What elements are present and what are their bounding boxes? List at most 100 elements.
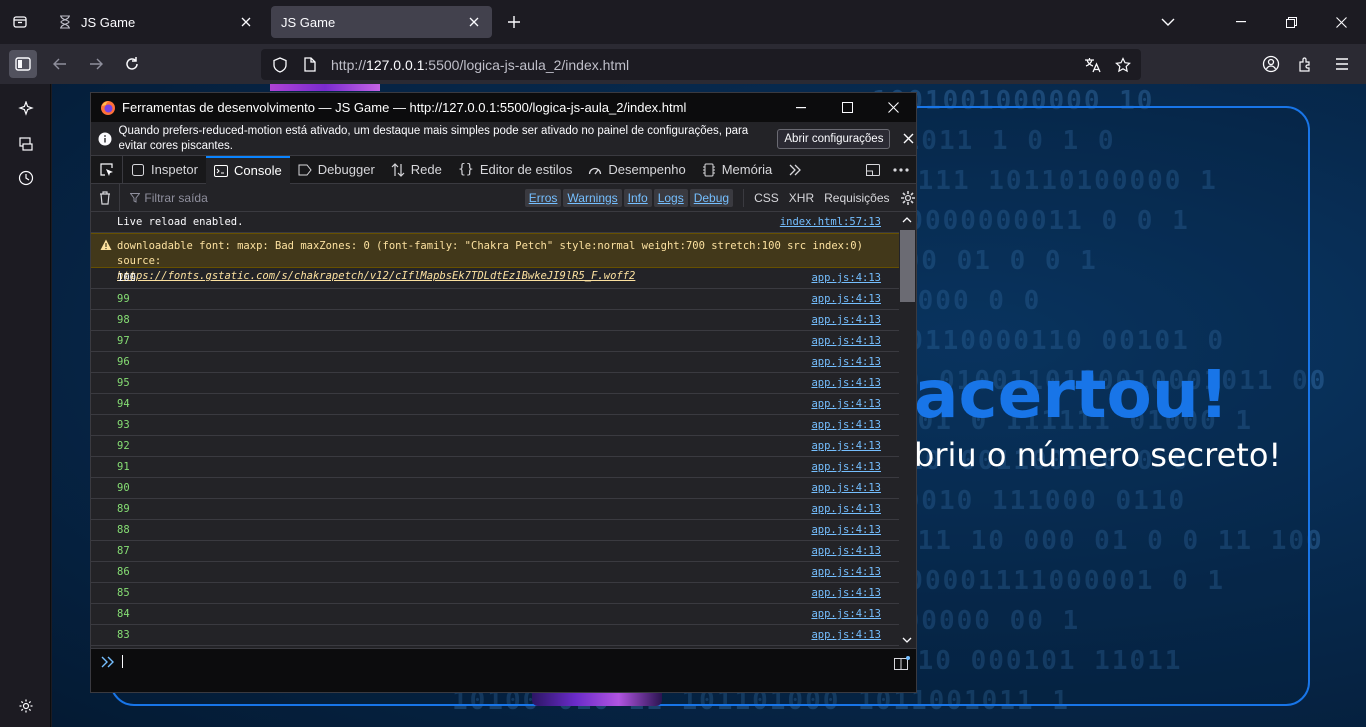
- editor-mode-icon[interactable]: [894, 655, 910, 671]
- ai-sparkle-icon[interactable]: [13, 96, 39, 122]
- tab-console[interactable]: Console: [205, 155, 290, 184]
- console-output: Live reload enabled. index.html:57:13 do…: [91, 212, 899, 648]
- tab-memory[interactable]: Memória: [694, 156, 781, 184]
- filter-requests[interactable]: Requisições: [824, 191, 889, 205]
- close-tab-icon[interactable]: [466, 14, 482, 30]
- dock-mode-icon[interactable]: [864, 161, 882, 179]
- gear-icon[interactable]: [13, 693, 39, 719]
- log-source-link[interactable]: app.js:4:13: [811, 314, 881, 326]
- reload-icon[interactable]: [118, 50, 146, 78]
- log-message: 93: [117, 419, 130, 431]
- log-row: 94 app.js:4:13: [91, 394, 899, 415]
- log-message: 100: [117, 272, 136, 284]
- tab-strip: JS Game JS Game: [0, 0, 1366, 44]
- scrollbar-thumb[interactable]: [900, 230, 915, 302]
- log-source-link[interactable]: app.js:4:13: [811, 377, 881, 389]
- bookmark-star-icon[interactable]: [1111, 53, 1135, 77]
- forward-arrow-icon[interactable]: [82, 50, 110, 78]
- synced-tabs-icon[interactable]: [13, 131, 39, 157]
- tab-performance[interactable]: Desempenho: [580, 156, 693, 184]
- log-source-link[interactable]: index.html:57:13: [780, 216, 881, 228]
- log-source-link[interactable]: app.js:4:13: [811, 398, 881, 410]
- tab-debugger[interactable]: Debugger: [290, 156, 383, 184]
- maximize-icon[interactable]: [824, 93, 870, 122]
- tab-inactive[interactable]: JS Game: [47, 6, 264, 38]
- close-window-icon[interactable]: [870, 93, 916, 122]
- url-text: http://127.0.0.1:5500/logica-js-aula_2/i…: [331, 57, 629, 73]
- tab-network[interactable]: Rede: [383, 156, 450, 184]
- log-source-link[interactable]: app.js:4:13: [811, 524, 881, 536]
- history-clock-icon[interactable]: [13, 165, 39, 191]
- page-icon[interactable]: [299, 54, 321, 76]
- close-window-icon[interactable]: [1316, 0, 1366, 44]
- url-bar[interactable]: http://127.0.0.1:5500/logica-js-aula_2/i…: [261, 49, 1141, 80]
- log-source-link[interactable]: app.js:4:13: [811, 335, 881, 347]
- prompt-chevrons-icon: [101, 655, 115, 669]
- log-message: 94: [117, 398, 130, 410]
- log-source-link[interactable]: app.js:4:13: [811, 482, 881, 494]
- chevron-up-icon[interactable]: [901, 214, 913, 226]
- close-icon[interactable]: [900, 131, 916, 147]
- back-arrow-icon[interactable]: [46, 50, 74, 78]
- filter-warnings[interactable]: Warnings: [563, 188, 622, 207]
- log-source-link[interactable]: app.js:4:13: [811, 545, 881, 557]
- log-source-link[interactable]: app.js:4:13: [811, 608, 881, 620]
- log-source-link[interactable]: app.js:4:13: [811, 419, 881, 431]
- new-tab-icon[interactable]: [502, 10, 526, 34]
- url-prefix: http://: [331, 56, 367, 73]
- sidebar-toggle-icon[interactable]: [9, 50, 37, 78]
- more-options-icon[interactable]: [892, 161, 910, 179]
- log-source-link[interactable]: app.js:4:13: [811, 587, 881, 599]
- log-row: Live reload enabled. index.html:57:13: [91, 212, 899, 233]
- tab-list-icon[interactable]: [8, 10, 32, 34]
- sidebar: [0, 84, 51, 727]
- chevron-down-icon[interactable]: [1156, 10, 1180, 34]
- chevron-down-icon[interactable]: [901, 634, 913, 646]
- log-message: 98: [117, 314, 130, 326]
- console-input[interactable]: [91, 648, 916, 692]
- gear-icon[interactable]: [900, 190, 917, 206]
- filter-css[interactable]: CSS: [754, 191, 779, 205]
- log-message: 88: [117, 524, 130, 536]
- minimize-icon[interactable]: [1216, 0, 1266, 44]
- minimize-icon[interactable]: [778, 93, 824, 122]
- more-tabs-icon[interactable]: [780, 156, 810, 184]
- log-source-link[interactable]: app.js:4:13: [811, 356, 881, 368]
- translate-icon[interactable]: [1081, 53, 1105, 77]
- element-picker-icon[interactable]: [91, 155, 123, 184]
- log-source-link[interactable]: app.js:4:13: [811, 629, 881, 641]
- trash-icon[interactable]: [91, 183, 121, 212]
- log-message: 97: [117, 335, 130, 347]
- log-message: 85: [117, 587, 130, 599]
- tab-style-editor[interactable]: {} Editor de estilos: [450, 156, 581, 184]
- filter-errors[interactable]: Erros: [524, 188, 562, 207]
- log-source-link[interactable]: app.js:4:13: [811, 503, 881, 515]
- filter-info[interactable]: Info: [623, 188, 652, 207]
- tab-active[interactable]: JS Game: [271, 6, 492, 38]
- close-tab-icon[interactable]: [238, 14, 254, 30]
- shield-icon[interactable]: [269, 54, 291, 76]
- extensions-icon[interactable]: [1292, 50, 1320, 78]
- log-source-link[interactable]: app.js:4:13: [811, 440, 881, 452]
- log-message: 87: [117, 545, 130, 557]
- log-source-link[interactable]: app.js:4:13: [811, 566, 881, 578]
- tab-inspector[interactable]: Inspetor: [123, 156, 206, 184]
- tab-label: Memória: [721, 162, 773, 177]
- log-source-link[interactable]: app.js:4:13: [811, 272, 881, 284]
- account-icon[interactable]: [1257, 50, 1285, 78]
- devtools-titlebar: Ferramentas de desenvolvimento — JS Game…: [91, 93, 916, 122]
- tab-label: Editor de estilos: [479, 162, 573, 177]
- filter-debug[interactable]: Debug: [689, 188, 734, 207]
- debugger-icon: [298, 163, 312, 177]
- menu-icon[interactable]: [1328, 50, 1356, 78]
- filter-logs[interactable]: Logs: [653, 188, 688, 207]
- filter-xhr[interactable]: XHR: [789, 191, 814, 205]
- log-source-link[interactable]: app.js:4:13: [811, 461, 881, 473]
- log-message: 84: [117, 608, 130, 620]
- tab-label: Console: [233, 163, 282, 178]
- open-settings-button[interactable]: Abrir configurações: [777, 128, 891, 149]
- filter-output-input[interactable]: Filtrar saída: [130, 191, 478, 205]
- log-source-link[interactable]: app.js:4:13: [811, 293, 881, 305]
- console-scrollbar[interactable]: [899, 212, 916, 648]
- restore-icon[interactable]: [1266, 0, 1316, 44]
